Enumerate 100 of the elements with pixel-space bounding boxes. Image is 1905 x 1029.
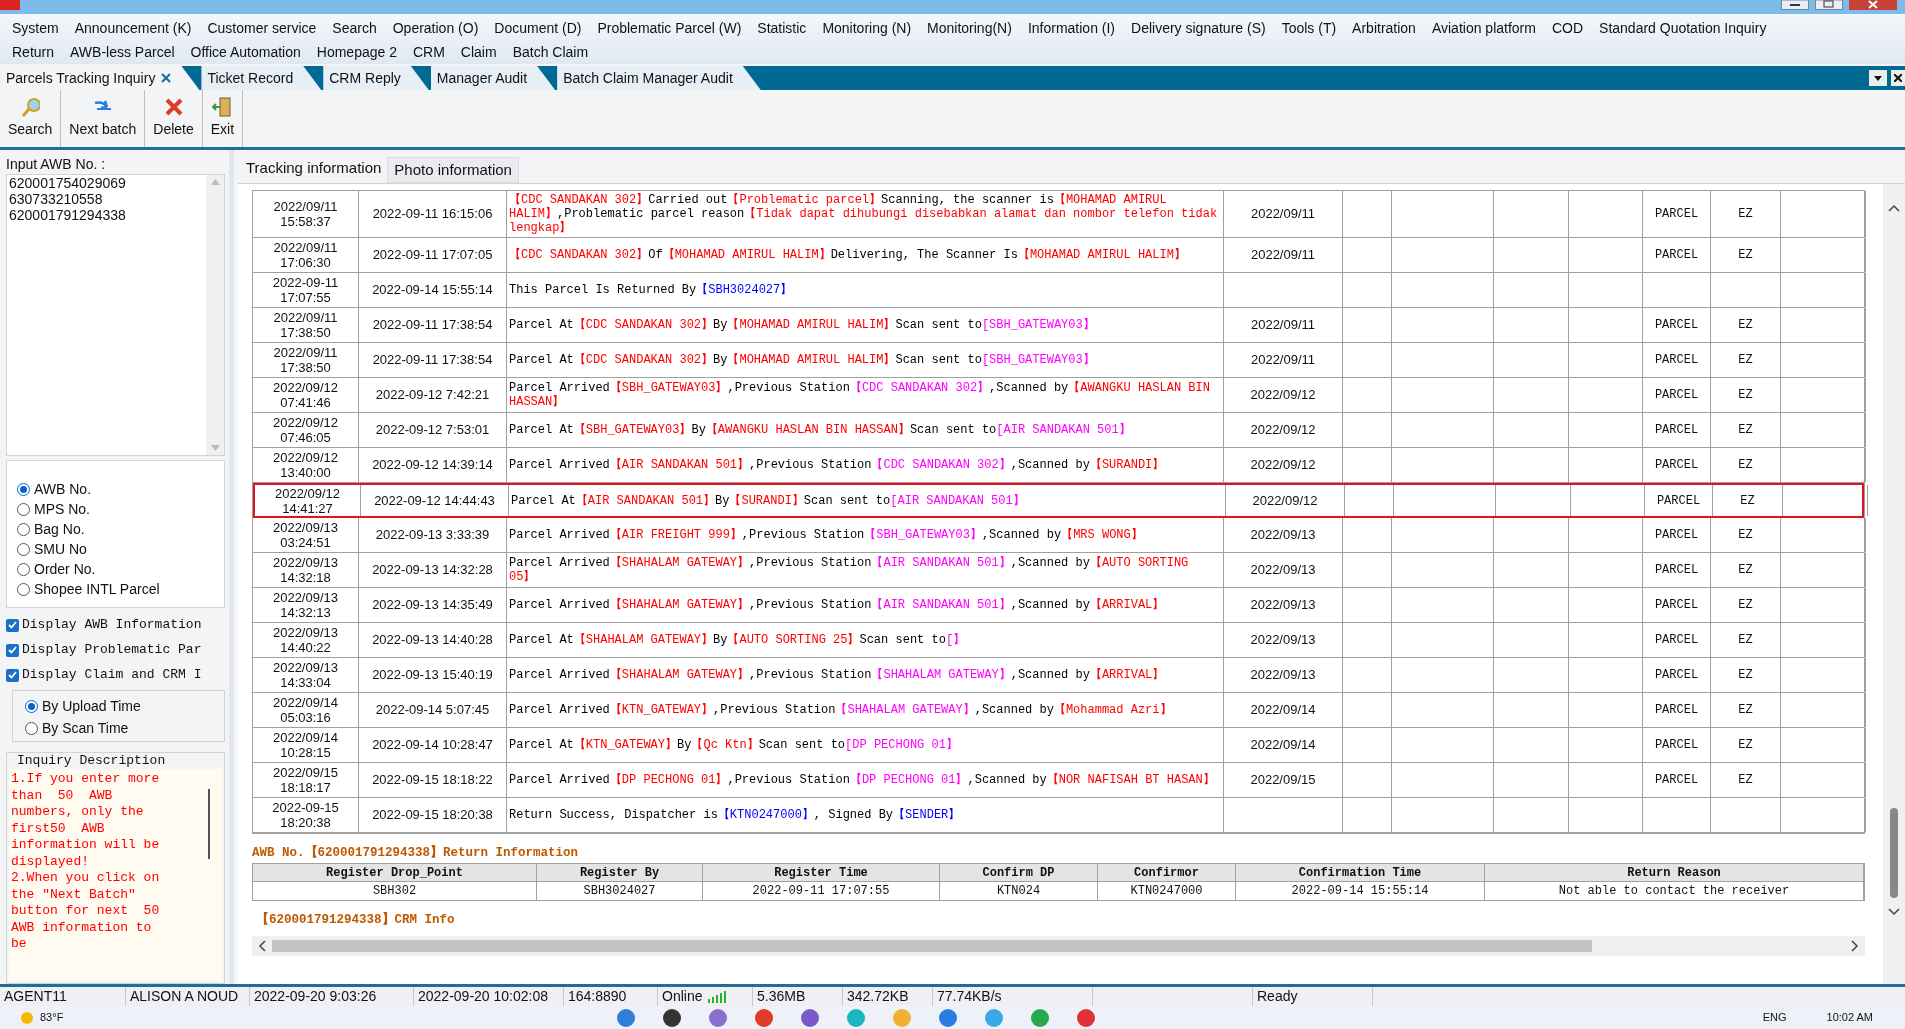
menu-item[interactable]: Claim bbox=[452, 41, 505, 63]
menu-item[interactable]: Batch Claim bbox=[504, 41, 597, 63]
input-line: 630733210558 bbox=[9, 191, 104, 207]
menu-item[interactable]: Return bbox=[4, 41, 63, 63]
table-cell-text: EZ bbox=[1738, 247, 1753, 264]
check-icon bbox=[8, 671, 17, 679]
table-cell-text: 2022/09/14 bbox=[1250, 701, 1316, 720]
radio-button[interactable] bbox=[25, 721, 38, 735]
menu-item[interactable]: Aviation platform bbox=[1423, 17, 1544, 39]
radio-button[interactable] bbox=[17, 562, 30, 576]
table-row[interactable] bbox=[253, 191, 1864, 238]
checkbox-label: Display Claim and CRM I bbox=[22, 666, 202, 685]
table-row[interactable]: 2022/09/11 17:06:30 2022-09-11 17:07:05 【CDC SANDAKAN 302】Of【MOHAMAD AMIRUL HALIM】Delivering, The Scanner Is【MOHAMAD AMIRUL HALIM】 2022/09/11 PARCEL EZ bbox=[253, 238, 1864, 273]
menu-item[interactable]: Customer service bbox=[199, 17, 325, 39]
table-row[interactable]: 2022/09/12 07:41:46 2022-09-12 7:42:21 Parcel Arrived【SBH_GATEWAY03】,Previous Station【CDC SANDAKAN 302】,Scanned by【AWANGKU HASLAN BIN HASSAN】 2022/09/12 PARCEL EZ bbox=[253, 378, 1864, 413]
table-cell-text: 2022/09/11 15:58:37 bbox=[272, 199, 339, 229]
taskbar-app-icon bbox=[1076, 1007, 1097, 1028]
language-indicator[interactable]: ENG bbox=[1762, 1009, 1787, 1026]
table-cell-text: PARCEL bbox=[1654, 457, 1699, 474]
column-header[interactable]: Register By bbox=[537, 863, 703, 881]
radio-button[interactable] bbox=[17, 482, 30, 496]
menu-item[interactable]: CRM bbox=[404, 41, 453, 63]
scrollbar-thumb[interactable] bbox=[1890, 808, 1898, 898]
radio-button[interactable] bbox=[17, 522, 30, 536]
search-icon bbox=[20, 97, 41, 117]
table-row[interactable]: 2022/09/13 14:33:04 2022-09-13 15:40:19 Parcel Arrived【SHAHALAM GATEWAY】,Previous Station【SHAHALAM GATEWAY】,Scanned by【ARRIVAL】 2022/09/13 PARCEL EZ bbox=[253, 658, 1864, 693]
column-header[interactable]: Confirmation Time bbox=[1236, 863, 1485, 881]
dropdown-button[interactable] bbox=[1869, 70, 1887, 86]
menu-item[interactable]: Tools (T) bbox=[1273, 17, 1345, 39]
app-icon bbox=[0, 0, 20, 10]
table-row[interactable]: 2022/09/11 17:38:50 2022-09-11 17:38:54 Parcel At【CDC SANDAKAN 302】By【MOHAMAD AMIRUL HALIM】Scan sent to[SBH_GATEWAY03】 2022/09/11 PARCEL EZ bbox=[253, 308, 1864, 343]
menu-item[interactable]: Monitoring (N) bbox=[814, 17, 920, 39]
toolbar-button[interactable]: Delete bbox=[145, 90, 203, 147]
menu-item[interactable]: Homepage 2 bbox=[308, 41, 405, 63]
table-row[interactable]: 2022/09/11 17:38:50 2022-09-11 17:38:54 Parcel At【CDC SANDAKAN 302】By【MOHAMAD AMIRUL HALIM】Scan sent to[SBH_GATEWAY03】 2022/09/11 PARCEL EZ bbox=[253, 343, 1864, 378]
table-cell-text: EZ bbox=[1738, 702, 1753, 719]
radio-button[interactable] bbox=[25, 699, 38, 713]
menu-item[interactable]: Search bbox=[324, 17, 385, 39]
toolbar-button[interactable]: Next batch bbox=[61, 90, 146, 147]
table-row[interactable]: 2022/09/14 10:28:15 2022-09-14 10:28:47 Parcel At【KTN_GATEWAY】By【Qc Ktn】Scan sent to[DP PECHONG 01】 2022/09/14 PARCEL EZ bbox=[253, 728, 1864, 763]
horizontal-scrollbar[interactable] bbox=[252, 935, 1865, 956]
menu-item[interactable]: Delivery signature (S) bbox=[1123, 17, 1274, 39]
menu-item[interactable]: Monitoring(N) bbox=[919, 17, 1020, 39]
menu-item[interactable]: Standard Quotation Inquiry bbox=[1591, 17, 1775, 39]
menu-item[interactable]: System bbox=[4, 17, 67, 39]
menu-item[interactable]: Problematic Parcel (W) bbox=[589, 17, 750, 39]
column-header[interactable]: Confirmor bbox=[1098, 863, 1236, 881]
scrollbar-thumb[interactable] bbox=[272, 939, 1592, 952]
document-tab[interactable]: Parcels Tracking Inquiry bbox=[0, 66, 200, 90]
close-button[interactable] bbox=[1891, 70, 1905, 86]
column-header[interactable]: Confirm DP bbox=[940, 863, 1098, 881]
menu-item[interactable]: AWB-less Parcel bbox=[62, 41, 183, 63]
menu-item[interactable]: Statistic bbox=[749, 17, 815, 39]
awb-input-field[interactable]: 620001754029069 630733210558 620001791294338 bbox=[6, 174, 225, 456]
table-row[interactable]: 2022/09/13 03:24:51 2022-09-13 3:33:39 Parcel Arrived【AIR FREIGHT 999】,Previous Station【SBH_GATEWAY03】,Scanned by【MRS WONG】 2022/09/13 PARCEL EZ bbox=[253, 518, 1864, 553]
table-row[interactable]: 2022/09/12 07:46:05 2022-09-12 7:53:01 Parcel At【SBH_GATEWAY03】By【AWANGKU HASLAN BIN HASSAN】Scan sent to[AIR SANDAKAN 501】 2022/09/12 PARCEL EZ bbox=[253, 413, 1864, 448]
status-field: Ready bbox=[1257, 986, 1298, 1007]
table-row[interactable]: 2022/09/12 13:40:00 2022-09-12 14:39:14 Parcel Arrived【AIR SANDAKAN 501】,Previous Station【CDC SANDAKAN 302】,Scanned by【SURANDI】 2022/09/12 PARCEL EZ bbox=[253, 448, 1864, 483]
column-header[interactable]: Register Drop_Point bbox=[253, 863, 537, 881]
taskbar-app-icon bbox=[662, 1007, 683, 1028]
document-tab[interactable]: Ticket Record bbox=[201, 66, 322, 90]
column-header[interactable]: Register Time bbox=[703, 863, 940, 881]
signal-icon bbox=[708, 990, 729, 1003]
menu-item[interactable]: Document (D) bbox=[486, 17, 590, 39]
menu-item[interactable]: Arbitration bbox=[1344, 17, 1424, 39]
table-cell-text: EZ bbox=[1738, 632, 1753, 649]
table-cell-text: 2022/09/12 bbox=[1250, 456, 1316, 475]
checkbox[interactable] bbox=[6, 618, 19, 632]
menu-item[interactable]: Office Automation bbox=[182, 41, 309, 63]
toolbar-button[interactable]: Search bbox=[0, 90, 62, 147]
radio-button[interactable] bbox=[17, 542, 30, 556]
menu-item[interactable]: COD bbox=[1543, 17, 1592, 39]
table-row[interactable]: 2022-09-11 17:07:55 2022-09-14 15:55:14 This Parcel Is Returned By【SBH3024027】 bbox=[253, 273, 1864, 308]
table-cell: Parcel At【CDC SANDAKAN 302】By【MOHAMAD AMIRUL HALIM】Scan sent to[SBH_GATEWAY03】 bbox=[509, 353, 1095, 367]
column-header[interactable]: Return Reason bbox=[1485, 863, 1864, 881]
checkbox[interactable] bbox=[6, 643, 19, 657]
cross-icon bbox=[163, 97, 184, 117]
checkbox[interactable] bbox=[6, 668, 19, 682]
menu-item[interactable]: Operation (O) bbox=[384, 17, 487, 39]
table-row[interactable]: 2022/09/15 18:18:17 2022-09-15 18:18:22 Parcel Arrived【DP PECHONG 01】,Previous Station【DP PECHONG 01】,Scanned by【NOR NAFISAH BT HASAN】 2022/09/15 PARCEL EZ bbox=[253, 763, 1864, 798]
info-tab[interactable]: Photo information bbox=[387, 157, 519, 183]
radio-button[interactable] bbox=[17, 582, 30, 596]
document-tab[interactable]: Manager Audit bbox=[430, 66, 556, 90]
table-row[interactable]: 2022/09/14 05:03:16 2022-09-14 5:07:45 Parcel Arrived【KTN_GATEWAY】,Previous Station【SHAHALAM GATEWAY】,Scanned by【Mohammad Azri】 2022/09/14 PARCEL EZ bbox=[253, 693, 1864, 728]
table-cell-text: 2022/09/12 13:40:00 bbox=[271, 450, 340, 480]
table-row[interactable]: 2022/09/13 14:32:18 2022-09-13 14:32:28 Parcel Arrived【SHAHALAM GATEWAY】,Previous Station【AIR SANDAKAN 501】,Scanned by【AUTO SORTING 05】 2022/09/13 PARCEL EZ bbox=[253, 553, 1864, 588]
document-tab[interactable]: Batch Claim Manager Audit bbox=[557, 66, 761, 90]
document-tab[interactable]: CRM Reply bbox=[323, 66, 429, 90]
scrollbar[interactable] bbox=[208, 789, 210, 859]
checkbox-label: Display Problematic Par bbox=[22, 641, 202, 660]
menu-item[interactable]: Announcement (K) bbox=[66, 17, 200, 39]
table-row[interactable]: 2022/09/13 14:32:13 2022-09-13 14:35:49 Parcel Arrived【SHAHALAM GATEWAY】,Previous Station【AIR SANDAKAN 501】,Scanned by【ARRIVAL】 2022/09/13 PARCEL EZ bbox=[253, 588, 1864, 623]
radio-label: Shopee INTL Parcel bbox=[34, 579, 160, 599]
table-row[interactable]: 2022-09-15 18:20:38 2022-09-15 18:20:38 Return Success, Dispatcher is【KTN0247000】, Signed By【SENDER】 bbox=[253, 798, 1864, 833]
menu-item[interactable]: Information (I) bbox=[1019, 17, 1124, 39]
scrollbar[interactable] bbox=[1883, 184, 1905, 984]
scrollbar[interactable] bbox=[206, 175, 224, 455]
toolbar-button[interactable]: Exit bbox=[202, 90, 244, 147]
table-row[interactable]: 2022/09/13 14:40:22 2022-09-13 14:40:28 Parcel At【SHAHALAM GATEWAY】By【AUTO SORTING 25】Scan sent to[】 2022/09/13 PARCEL EZ bbox=[253, 623, 1864, 658]
radio-button[interactable] bbox=[17, 502, 30, 516]
